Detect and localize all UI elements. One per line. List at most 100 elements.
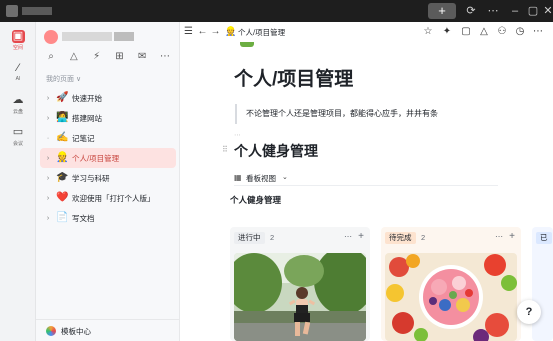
quote-block[interactable]: 不论管理个人还是管理项目，都能得心应手，井井有条 <box>235 104 505 124</box>
workspace-name-blurred <box>62 32 112 41</box>
minimize-icon[interactable]: – <box>507 3 523 19</box>
page-title[interactable]: 个人/项目管理 <box>234 64 353 91</box>
developer-icon: 👩‍💻 <box>56 112 69 123</box>
maximize-icon[interactable]: ▢ <box>525 3 541 19</box>
worker-icon: 👷 <box>56 152 69 163</box>
workspace-header[interactable] <box>44 30 172 44</box>
rail-label: 会议 <box>12 141 23 147</box>
add-icon[interactable]: + <box>358 231 364 242</box>
title-bar: + ⟳ ⋯ – ▢ ✕ <box>0 0 553 22</box>
template-center-label: 模板中心 <box>61 327 91 336</box>
column-header: 进行中 2 ⋯ + <box>234 231 366 245</box>
column-count: 2 <box>270 233 275 242</box>
rocket-icon: 🚀 <box>56 92 69 103</box>
close-icon[interactable]: ✕ <box>540 3 553 19</box>
space-icon: ▣ <box>11 30 25 43</box>
rail-label: AI <box>15 76 21 82</box>
section-my-pages[interactable]: 我的页面 ∨ <box>46 74 81 84</box>
search-icon[interactable]: ⌕ <box>44 50 58 64</box>
status-badge[interactable]: 已 <box>536 232 552 244</box>
chevron-right-icon[interactable]: › <box>44 195 52 202</box>
board-card[interactable] <box>385 253 517 341</box>
view-switcher[interactable]: ▦ 看板视图 ⌄ <box>234 170 498 186</box>
tree-item-quick-start[interactable]: › 🚀 快速开始 <box>40 88 176 108</box>
section-label: 我的页面 <box>46 76 74 83</box>
chevron-right-icon[interactable]: › <box>44 95 52 102</box>
share-icon[interactable]: △ <box>478 26 490 38</box>
comment-icon[interactable]: ▢ <box>460 26 472 38</box>
tree-item-welcome[interactable]: › ❤️ 欢迎使用「打打个人版」 <box>40 188 176 208</box>
add-user-icon[interactable]: ⚇ <box>496 26 508 38</box>
more-icon[interactable]: ⋯ <box>158 50 172 64</box>
inbox-icon[interactable]: ✉ <box>135 50 149 64</box>
column-header: 待完成 2 ⋯ + <box>385 231 517 245</box>
star-icon[interactable]: ☆ <box>422 26 434 38</box>
board-column-todo: 待完成 2 ⋯ + <box>381 227 521 341</box>
board-column-done: 已 <box>532 227 553 341</box>
add-icon[interactable]: + <box>509 231 515 242</box>
status-badge[interactable]: 进行中 <box>234 232 265 244</box>
workspace-avatar <box>44 30 58 44</box>
divider-dots: ⋯ <box>234 132 241 139</box>
help-button[interactable]: ? <box>517 300 541 324</box>
database-title[interactable]: 个人健身管理 <box>230 194 281 206</box>
chevron-right-icon[interactable]: › <box>44 175 52 182</box>
sidebar-toolbar: ⌕ △ ⚡ ⊞ ✉ ⋯ <box>44 50 172 64</box>
rail-item-ai[interactable]: ⁄ AI <box>0 62 36 82</box>
tree-item-label: 欢迎使用「打打个人版」 <box>72 193 155 203</box>
more-icon[interactable]: ⋯ <box>344 232 352 241</box>
new-tab-button[interactable]: + <box>428 3 456 19</box>
meeting-icon: ▭ <box>12 126 24 138</box>
breadcrumb[interactable]: 个人/项目管理 <box>238 27 285 38</box>
template-icon[interactable]: ⊞ <box>112 50 126 64</box>
tree-item-label: 记笔记 <box>72 133 95 143</box>
chevron-down-icon: ∨ <box>75 76 82 83</box>
more-icon[interactable]: ⋯ <box>485 3 501 19</box>
template-center-button[interactable]: 模板中心 <box>36 319 179 341</box>
more-icon[interactable]: ⋯ <box>495 232 503 241</box>
main-content: ☰ ← → 👷 个人/项目管理 ☆ ✦ ▢ △ ⚇ ◷ ⋯ 个人/项目管理 不论… <box>180 22 553 341</box>
template-center-icon <box>46 326 56 336</box>
status-badge[interactable]: 待完成 <box>385 232 416 244</box>
graduation-cap-icon: 🎓 <box>56 172 69 183</box>
history-icon[interactable]: ◷ <box>514 26 526 38</box>
tree-item-label: 个人/项目管理 <box>72 153 120 163</box>
board-card[interactable] <box>234 253 366 341</box>
heart-icon: ❤️ <box>56 192 69 203</box>
tree-item-label: 学习与科研 <box>72 173 110 183</box>
tree-item-label: 搭建网站 <box>72 113 102 123</box>
view-label: 看板视图 <box>246 174 276 183</box>
rail-item-space[interactable]: ▣ 空间 <box>0 30 36 51</box>
page-topbar: ☰ ← → 👷 个人/项目管理 ☆ ✦ ▢ △ ⚇ ◷ ⋯ <box>180 22 553 42</box>
document-icon: 📄 <box>56 212 69 223</box>
account-name-blurred <box>22 7 52 15</box>
account-avatar[interactable] <box>6 5 18 17</box>
chevron-right-icon[interactable]: › <box>44 215 52 222</box>
sync-icon[interactable]: ⟳ <box>463 3 479 19</box>
tree-item-project-management[interactable]: › 👷 个人/项目管理 <box>40 148 176 168</box>
bullet-dot-icon: · <box>46 134 50 142</box>
chevron-right-icon[interactable]: › <box>44 115 52 122</box>
forward-arrow-icon[interactable]: → <box>210 26 221 37</box>
tree-item-notes[interactable]: · ✍️ 记笔记 <box>40 128 176 148</box>
tree-item-build-site[interactable]: › 👩‍💻 搭建网站 <box>40 108 176 128</box>
ai-spark-icon[interactable]: ⚡ <box>90 50 104 64</box>
rail-item-meeting[interactable]: ▭ 会议 <box>0 126 36 147</box>
rail-item-cloud[interactable]: ☁ 云盘 <box>0 94 36 115</box>
more-icon[interactable]: ⋯ <box>532 26 544 38</box>
tree-item-write-docs[interactable]: › 📄 写文档 <box>40 208 176 228</box>
drag-handle-icon[interactable]: ⠿ <box>222 145 228 154</box>
writing-hand-icon: ✍️ <box>56 132 69 143</box>
rail-label: 云盘 <box>12 109 23 115</box>
sidebar: ⌕ △ ⚡ ⊞ ✉ ⋯ 我的页面 ∨ › 🚀 快速开始 › 👩‍💻 搭建网站 ·… <box>36 22 180 341</box>
running-woman-photo <box>234 253 366 341</box>
tree-item-study[interactable]: › 🎓 学习与科研 <box>40 168 176 188</box>
section-heading[interactable]: 个人健身管理 <box>234 141 318 161</box>
ai-spark-icon[interactable]: ✦ <box>441 26 453 38</box>
chevron-right-icon[interactable]: › <box>44 155 52 162</box>
share-icon[interactable]: △ <box>67 50 81 64</box>
page-icon[interactable] <box>240 42 254 47</box>
cloud-icon: ☁ <box>12 94 24 106</box>
back-arrow-icon[interactable]: ← <box>197 26 208 37</box>
menu-icon[interactable]: ☰ <box>183 26 194 37</box>
